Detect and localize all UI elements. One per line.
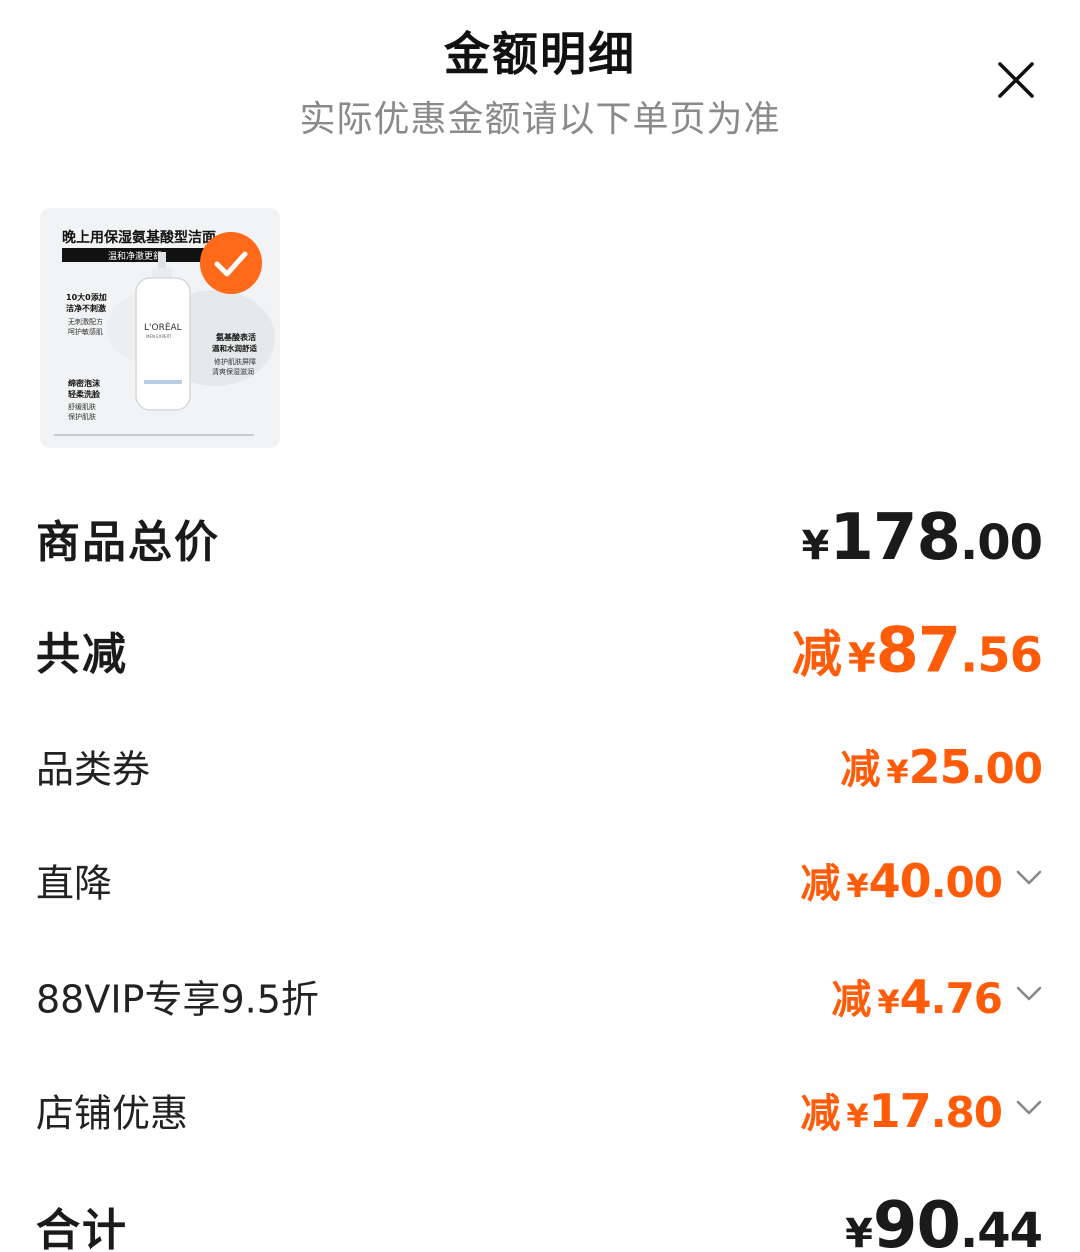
- image-note: 清爽保湿滋润: [212, 367, 254, 376]
- minus-prefix: 减: [791, 625, 842, 684]
- amount-decimal: .56: [959, 627, 1043, 684]
- chevron-down-icon[interactable]: [1014, 978, 1044, 1008]
- page-subtitle: 实际优惠金额请以下单页为准: [299, 99, 781, 140]
- direct-drop-label: 直降: [36, 861, 113, 906]
- image-note: 修护肌肤屏障: [214, 357, 256, 366]
- category-coupon-amount: 减 ¥ 25 .00: [840, 737, 1043, 795]
- minus-prefix: 减: [800, 861, 841, 907]
- image-note: 无刺激配方: [68, 317, 103, 326]
- amount-decimal: .76: [930, 974, 1003, 1023]
- row-vip-discount[interactable]: 88VIP专享9.5折 减 ¥ 4 .76: [0, 946, 1080, 1046]
- check-icon[interactable]: [200, 232, 262, 294]
- currency-symbol: ¥: [846, 867, 869, 905]
- image-headline: 晚上用保湿氨基酸型洁面: [62, 229, 216, 246]
- currency-symbol: ¥: [847, 635, 876, 682]
- row-category-coupon: 品类券 减 ¥ 25 .00: [0, 716, 1080, 816]
- sum-total-label: 合计: [36, 1205, 128, 1252]
- amount-decimal: .44: [959, 1203, 1043, 1252]
- row-sum-total: 合计 ¥ 90 .44: [0, 1176, 1080, 1252]
- image-note: 保护肌肤: [68, 412, 96, 421]
- amount-decimal: .00: [959, 515, 1043, 571]
- image-note: 氨基酸表活: [216, 332, 256, 342]
- amount-decimal: .80: [930, 1088, 1003, 1137]
- amount-integer: 4: [899, 970, 932, 1024]
- amount-integer: 40: [868, 854, 932, 908]
- image-note: 洁净不刺激: [66, 303, 106, 313]
- image-note: 轻柔洗脸: [68, 389, 101, 399]
- chevron-down-icon[interactable]: [1014, 1092, 1044, 1122]
- currency-symbol: ¥: [845, 1211, 873, 1252]
- image-note: 10大0添加: [66, 292, 107, 302]
- currency-symbol: ¥: [886, 753, 909, 791]
- currency-symbol: ¥: [846, 1097, 869, 1135]
- shop-discount-label: 店铺优惠: [36, 1091, 189, 1136]
- amount-decimal: .00: [930, 858, 1003, 907]
- category-coupon-label: 品类券: [36, 747, 151, 792]
- image-brand: L'ORÉAL: [144, 321, 182, 333]
- total-discount-label: 共减: [36, 629, 128, 680]
- minus-prefix: 减: [800, 1091, 841, 1137]
- amount-decimal: .00: [970, 744, 1043, 793]
- amount-integer: 178: [829, 501, 961, 575]
- image-note: 绵密泡沫: [67, 378, 101, 388]
- amount-integer: 17: [868, 1084, 932, 1138]
- minus-prefix: 减: [831, 977, 872, 1023]
- vip-discount-amount: 减 ¥ 4 .76: [831, 967, 1003, 1025]
- minus-prefix: 减: [840, 747, 881, 793]
- direct-drop-amount: 减 ¥ 40 .00: [800, 851, 1003, 909]
- chevron-down-icon[interactable]: [1014, 862, 1044, 892]
- row-shop-discount[interactable]: 店铺优惠 减 ¥ 17 .80: [0, 1060, 1080, 1160]
- row-total-price: 商品总价 ¥ 178 .00: [0, 488, 1080, 588]
- total-price-label: 商品总价: [36, 517, 220, 568]
- modal-header: 金额明细 实际优惠金额请以下单页为准: [0, 0, 1080, 160]
- currency-symbol: ¥: [877, 983, 900, 1021]
- currency-symbol: ¥: [801, 523, 830, 569]
- amount-integer: 87: [875, 613, 961, 687]
- image-tagline: 温和净澈更舒: [108, 250, 162, 262]
- amount-integer: 25: [908, 740, 972, 794]
- vip-discount-label: 88VIP专享9.5折: [36, 977, 319, 1022]
- amount-integer: 90: [872, 1189, 961, 1252]
- page-title: 金额明细: [444, 27, 636, 81]
- image-brand-sub: MEN EXPERT: [146, 334, 172, 339]
- shop-discount-amount: 减 ¥ 17 .80: [800, 1081, 1003, 1139]
- total-price-amount: ¥ 178 .00: [801, 501, 1043, 575]
- image-note: 温和水润舒适: [212, 343, 257, 353]
- sum-total-amount: ¥ 90 .44: [845, 1189, 1043, 1252]
- close-icon[interactable]: [994, 56, 1042, 104]
- total-discount-amount: 减 ¥ 87 .56: [791, 613, 1043, 687]
- row-total-discount: 共减 减 ¥ 87 .56: [0, 600, 1080, 700]
- image-note: 舒缓肌肤: [68, 402, 96, 411]
- row-direct-drop[interactable]: 直降 减 ¥ 40 .00: [0, 830, 1080, 930]
- image-note: 呵护敏感肌: [68, 327, 103, 336]
